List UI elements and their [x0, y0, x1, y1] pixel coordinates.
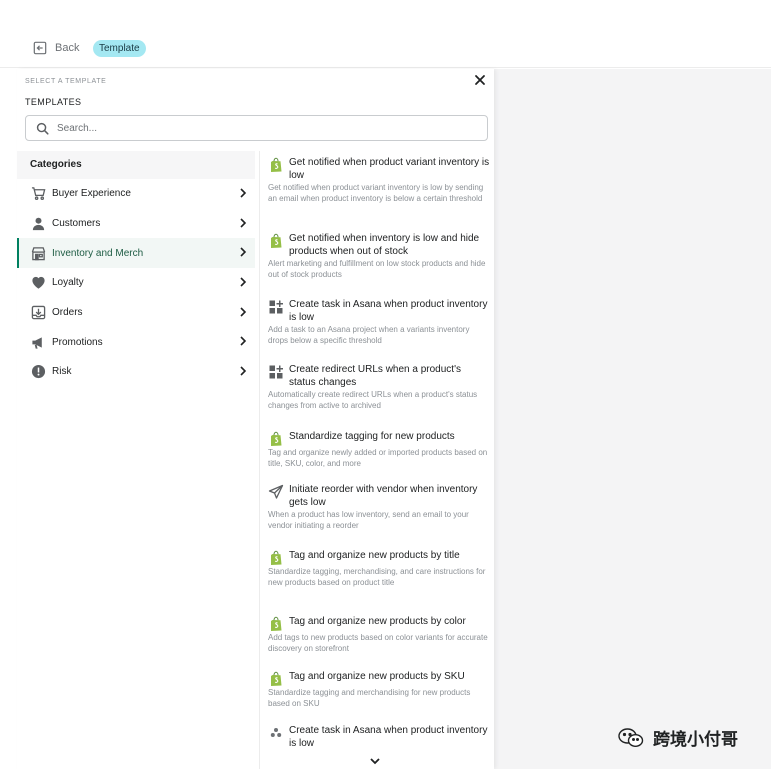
back-button[interactable]: Back [33, 41, 79, 55]
store-icon [31, 246, 46, 261]
template-item[interactable]: Get notified when inventory is low and h… [268, 233, 490, 281]
template-item[interactable]: Tag and organize new products by title S… [268, 550, 490, 589]
template-title: Create redirect URLs when a product's st… [289, 364, 461, 388]
category-buyer-experience[interactable]: Buyer Experience [17, 179, 255, 209]
shopify-bag-icon [268, 431, 284, 447]
templates-heading: TEMPLATES [25, 97, 82, 107]
shopify-bag-icon [268, 233, 284, 249]
heart-icon [31, 275, 46, 290]
chevron-right-icon [240, 366, 247, 376]
template-title: Get notified when inventory is low and h… [289, 233, 480, 257]
template-item[interactable]: Create task in Asana when product invent… [268, 299, 490, 347]
categories-heading: Categories [17, 151, 255, 179]
search-icon [36, 122, 49, 135]
template-list: Get notified when product variant invent… [259, 151, 494, 769]
template-title: Create task in Asana when product invent… [289, 725, 488, 749]
category-label: Inventory and Merch [52, 247, 144, 259]
template-title: Initiate reorder with vendor when invent… [289, 484, 478, 508]
alert-circle-icon [31, 364, 46, 379]
template-title: Get notified when product variant invent… [289, 157, 490, 181]
template-title: Tag and organize new products by title [289, 550, 460, 561]
template-item[interactable]: Create redirect URLs when a product's st… [268, 364, 490, 412]
inbox-download-icon [31, 305, 46, 320]
close-button[interactable] [473, 73, 487, 87]
template-description: When a product has low inventory, send a… [268, 510, 469, 530]
chevron-right-icon [240, 307, 247, 317]
shopify-bag-icon [268, 616, 284, 632]
template-item[interactable]: Initiate reorder with vendor when invent… [268, 484, 490, 532]
back-label: Back [55, 42, 80, 54]
shopify-bag-icon [268, 157, 284, 173]
template-item[interactable]: Create task in Asana when product invent… [268, 725, 490, 750]
template-title: Tag and organize new products by color [289, 616, 466, 627]
apps-grid-icon [268, 364, 284, 380]
person-icon [31, 216, 46, 231]
category-customers[interactable]: Customers [17, 209, 255, 239]
template-badge: Template [93, 40, 146, 57]
chevron-right-icon [240, 336, 247, 347]
shopify-bag-icon [268, 671, 284, 687]
watermark-text: 跨境小付哥 [653, 730, 738, 749]
chevron-right-icon [240, 188, 247, 198]
template-panel: SELECT A TEMPLATE TEMPLATES Categories B… [17, 69, 494, 769]
category-label: Buyer Experience [52, 188, 131, 200]
template-description: Alert marketing and fulfillment on low s… [268, 259, 486, 279]
category-loyalty[interactable]: Loyalty [17, 268, 255, 298]
category-orders[interactable]: Orders [17, 298, 255, 328]
apps-grid-icon [268, 299, 284, 315]
template-description: Add tags to new products based on color … [268, 633, 488, 653]
back-arrow-icon [33, 41, 47, 55]
search-input[interactable] [57, 122, 457, 134]
template-description: Standardize tagging, merchandising, and … [268, 567, 486, 587]
category-risk[interactable]: Risk [17, 357, 255, 387]
category-label: Customers [52, 218, 101, 230]
template-description: Add a task to an Asana project when a va… [268, 325, 470, 345]
top-bar: Back Template [0, 0, 771, 68]
select-template-label: SELECT A TEMPLATE [25, 78, 107, 85]
search-box[interactable] [25, 115, 488, 141]
chevron-right-icon [240, 277, 247, 287]
category-label: Loyalty [52, 277, 84, 289]
category-promotions[interactable]: Promotions [17, 327, 255, 357]
template-item[interactable]: Tag and organize new products by SKU Sta… [268, 671, 490, 710]
chevron-right-icon [240, 218, 247, 228]
megaphone-icon [31, 335, 46, 350]
template-description: Get notified when product variant invent… [268, 183, 484, 203]
template-item[interactable]: Get notified when product variant invent… [268, 157, 490, 205]
template-description: Automatically create redirect URLs when … [268, 390, 478, 410]
template-title: Tag and organize new products by SKU [289, 671, 465, 682]
template-description: Tag and organize newly added or imported… [268, 448, 488, 468]
template-item[interactable]: Standardize tagging for new products Tag… [268, 431, 490, 470]
template-title: Standardize tagging for new products [289, 431, 455, 442]
template-title: Create task in Asana when product invent… [289, 299, 488, 323]
paper-plane-icon [268, 484, 284, 500]
canvas-area [494, 69, 771, 769]
wechat-logo-icon [618, 727, 644, 747]
category-inventory-and-merch[interactable]: Inventory and Merch [17, 238, 255, 269]
shopify-bag-icon [268, 550, 284, 566]
watermark: 跨境小付哥 [617, 725, 738, 750]
category-label: Promotions [52, 336, 103, 348]
close-icon [475, 75, 485, 85]
chevron-down-icon[interactable] [368, 755, 382, 767]
cart-icon [31, 186, 46, 201]
category-label: Orders [52, 307, 83, 319]
categories-sidebar: Categories Buyer Experience Customers In… [17, 151, 255, 387]
asana-icon [268, 725, 284, 741]
template-description: Standardize tagging and merchandising fo… [268, 688, 471, 708]
category-label: Risk [52, 366, 72, 378]
chevron-right-icon [240, 247, 247, 257]
template-item[interactable]: Tag and organize new products by color A… [268, 616, 490, 655]
